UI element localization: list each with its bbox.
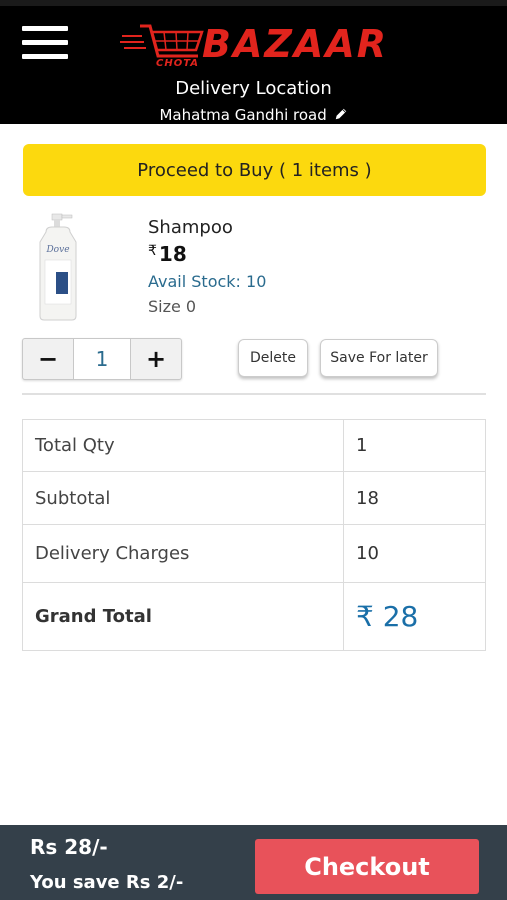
svg-text:Dove: Dove — [45, 245, 69, 255]
summary-value: 1 — [343, 419, 486, 472]
rupee-symbol: ₹ — [148, 243, 157, 259]
increase-quantity-button[interactable]: + — [131, 339, 181, 379]
product-name[interactable]: Shampoo — [148, 217, 233, 238]
quantity-stepper: − 1 + — [22, 338, 182, 380]
delete-button[interactable]: Delete — [238, 339, 308, 377]
delivery-address[interactable]: Mahatma Gandhi road — [0, 106, 507, 124]
app-logo[interactable]: CHOTA BAZAAR — [120, 20, 390, 74]
bottom-total: Rs 28/- — [30, 835, 108, 859]
decrease-quantity-button[interactable]: − — [23, 339, 73, 379]
summary-row: Delivery Charges 10 — [22, 524, 486, 583]
summary-row: Subtotal 18 — [22, 471, 486, 525]
product-price: ₹18 — [148, 242, 187, 266]
order-summary-table: Total Qty 1 Subtotal 18 Delivery Charges… — [22, 419, 486, 651]
savings-text: You save Rs 2/- — [30, 872, 184, 893]
cart-page: CHOTA BAZAAR Delivery Location Mahatma G… — [0, 0, 507, 900]
delivery-address-text: Mahatma Gandhi road — [159, 106, 327, 124]
summary-label: Delivery Charges — [22, 524, 344, 583]
proceed-to-buy-button[interactable]: Proceed to Buy ( 1 items ) — [23, 144, 486, 196]
summary-row: Total Qty 1 — [22, 419, 486, 472]
checkout-bar: Rs 28/- You save Rs 2/- Checkout — [0, 825, 507, 900]
grand-total-row: Grand Total ₹ 28 — [22, 582, 486, 651]
available-stock: Avail Stock: 10 — [148, 272, 267, 291]
divider — [22, 393, 486, 395]
logo-title: BAZAAR — [202, 22, 389, 66]
summary-value: 18 — [343, 471, 486, 525]
summary-label: Total Qty — [22, 419, 344, 472]
quantity-value[interactable]: 1 — [73, 339, 131, 379]
product-size: Size 0 — [148, 297, 197, 316]
save-for-later-button[interactable]: Save For later — [320, 339, 438, 377]
summary-label: Subtotal — [22, 471, 344, 525]
app-header: CHOTA BAZAAR Delivery Location Mahatma G… — [0, 0, 507, 124]
price-value: 18 — [158, 242, 187, 266]
grand-total-value: ₹ 28 — [343, 582, 486, 651]
product-image[interactable]: Dove — [36, 212, 82, 322]
checkout-button[interactable]: Checkout — [255, 839, 479, 894]
menu-icon[interactable] — [22, 26, 70, 62]
grand-total-label: Grand Total — [22, 582, 344, 651]
summary-value: 10 — [343, 524, 486, 583]
pencil-icon[interactable] — [334, 107, 348, 121]
delivery-location-label: Delivery Location — [175, 78, 332, 99]
logo-subtitle: CHOTA — [156, 58, 199, 69]
